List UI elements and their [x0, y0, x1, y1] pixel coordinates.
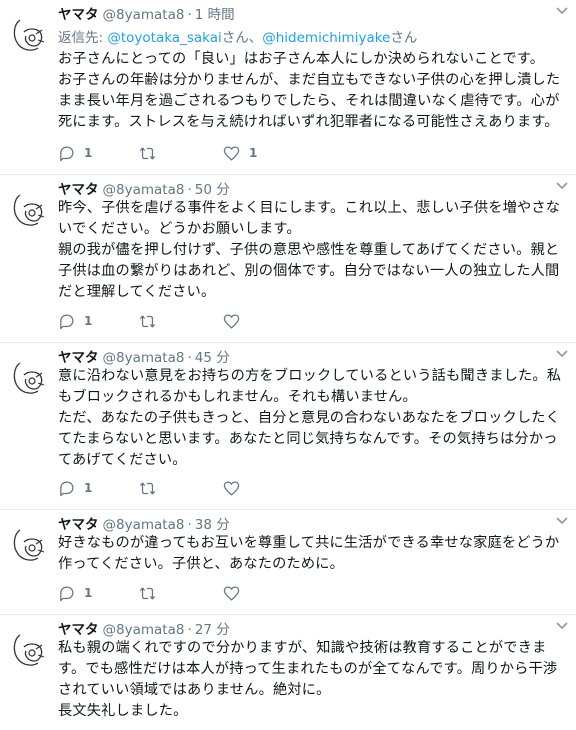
- avatar[interactable]: [10, 187, 50, 231]
- reply-count: 1: [84, 314, 93, 328]
- chevron-down-icon[interactable]: [554, 512, 570, 528]
- like-button[interactable]: [223, 583, 249, 603]
- reply-button[interactable]: 1: [58, 311, 92, 331]
- avatar[interactable]: [10, 627, 50, 671]
- retweet-button[interactable]: [139, 311, 165, 331]
- username[interactable]: @8yamata8: [103, 182, 185, 198]
- display-name[interactable]: ヤマタ: [58, 350, 99, 366]
- separator-dot: ·: [187, 182, 192, 198]
- retweet-icon: [139, 480, 156, 497]
- username[interactable]: @8yamata8: [103, 7, 185, 23]
- reply-icon: [58, 480, 75, 497]
- display-name[interactable]: ヤマタ: [58, 182, 99, 198]
- chevron-down-icon[interactable]: [554, 345, 570, 361]
- tweet-actions: 1: [58, 311, 358, 331]
- tweet-text: 好きなものが違ってもお互いを尊重して共に生活ができる幸せな家庭をどうか 作ってく…: [58, 535, 560, 572]
- tweet-actions: 1 1: [58, 143, 358, 163]
- separator-dot: ·: [187, 517, 192, 533]
- reply-button[interactable]: 1: [58, 583, 92, 603]
- tweet-text: 意に沿わない意見をお持ちの方をブロックしているという話も聞きました。私 もブロッ…: [58, 368, 562, 468]
- separator-dot: ·: [187, 350, 192, 366]
- like-button[interactable]: [223, 311, 249, 331]
- tweet-actions: 1: [58, 478, 358, 498]
- retweet-button[interactable]: [139, 143, 165, 163]
- retweet-button[interactable]: [139, 583, 165, 603]
- chevron-down-icon[interactable]: [554, 2, 570, 18]
- reply-icon: [58, 313, 75, 330]
- separator-dot: ·: [187, 622, 192, 638]
- username[interactable]: @8yamata8: [103, 622, 185, 638]
- tweet[interactable]: ヤマタ @8yamata8 · 1 時間 返信先: @toyotaka_sakaiさん…: [0, 0, 576, 175]
- retweet-icon: [139, 145, 156, 162]
- reply-icon: [58, 145, 75, 162]
- timestamp[interactable]: 27 分: [195, 622, 230, 638]
- avatar[interactable]: [10, 12, 50, 56]
- tweet[interactable]: ヤマタ @8yamata8 · 38 分 好きなものが違ってもお互いを尊重して共に生活…: [0, 510, 576, 615]
- display-name[interactable]: ヤマタ: [58, 517, 99, 533]
- reply-context: 返信先: @toyotaka_sakaiさん、@hidemichimiyakeさ…: [58, 28, 566, 48]
- heart-icon: [223, 313, 240, 330]
- display-name[interactable]: ヤマタ: [58, 7, 99, 23]
- timestamp[interactable]: 1 時間: [195, 7, 235, 23]
- chevron-down-icon[interactable]: [554, 177, 570, 193]
- retweet-icon: [139, 313, 156, 330]
- avatar[interactable]: [10, 522, 50, 566]
- like-button[interactable]: [223, 478, 249, 498]
- like-count: 1: [249, 146, 258, 160]
- mention-suffix: さん: [390, 30, 418, 46]
- tweet-actions: 1: [58, 583, 358, 603]
- timestamp[interactable]: 45 分: [195, 350, 230, 366]
- reply-button[interactable]: 1: [58, 478, 92, 498]
- timestamp[interactable]: 38 分: [195, 517, 230, 533]
- reply-icon: [58, 585, 75, 602]
- timestamp[interactable]: 50 分: [195, 182, 230, 198]
- tweet-header: ヤマタ @8yamata8 · 1 時間: [58, 4, 566, 26]
- separator-dot: ·: [187, 7, 192, 23]
- retweet-button[interactable]: [139, 478, 165, 498]
- retweet-icon: [139, 585, 156, 602]
- reply-count: 1: [84, 146, 93, 160]
- like-button[interactable]: 1: [223, 143, 257, 163]
- heart-icon: [223, 585, 240, 602]
- tweet[interactable]: ヤマタ @8yamata8 · 27 分 私も親の端くれですので分かりますが、知識や技…: [0, 615, 576, 730]
- mention-link[interactable]: @toyotaka_sakai: [107, 30, 221, 46]
- reply-count: 1: [84, 586, 93, 600]
- heart-icon: [223, 480, 240, 497]
- reply-count: 1: [84, 481, 93, 495]
- tweet-text: 昨今、子供を虐げる事件をよく目にします。これ以上、悲しい子供を増やさな いでくだ…: [58, 200, 561, 300]
- chevron-down-icon[interactable]: [554, 617, 570, 633]
- tweet[interactable]: ヤマタ @8yamata8 · 45 分 意に沿わない意見をお持ちの方をブロックしてい…: [0, 343, 576, 510]
- mention-suffix: さん、: [221, 30, 263, 46]
- reply-button[interactable]: 1: [58, 143, 92, 163]
- username[interactable]: @8yamata8: [103, 517, 185, 533]
- tweet-text: お子さんにとっての「良い」はお子さん本人にしか決められないことです。 お子さんの…: [58, 51, 561, 130]
- reply-to-label: 返信先:: [58, 30, 108, 46]
- username[interactable]: @8yamata8: [103, 350, 185, 366]
- tweet-text: 私も親の端くれですので分かりますが、知識や技術は教育することができま す。でも感…: [58, 640, 558, 719]
- mention-link[interactable]: @hidemichimiyake: [262, 30, 390, 46]
- avatar[interactable]: [10, 355, 50, 399]
- tweet[interactable]: ヤマタ @8yamata8 · 50 分 昨今、子供を虐げる事件をよく目にします。これ…: [0, 175, 576, 343]
- heart-icon: [223, 145, 240, 162]
- display-name[interactable]: ヤマタ: [58, 622, 99, 638]
